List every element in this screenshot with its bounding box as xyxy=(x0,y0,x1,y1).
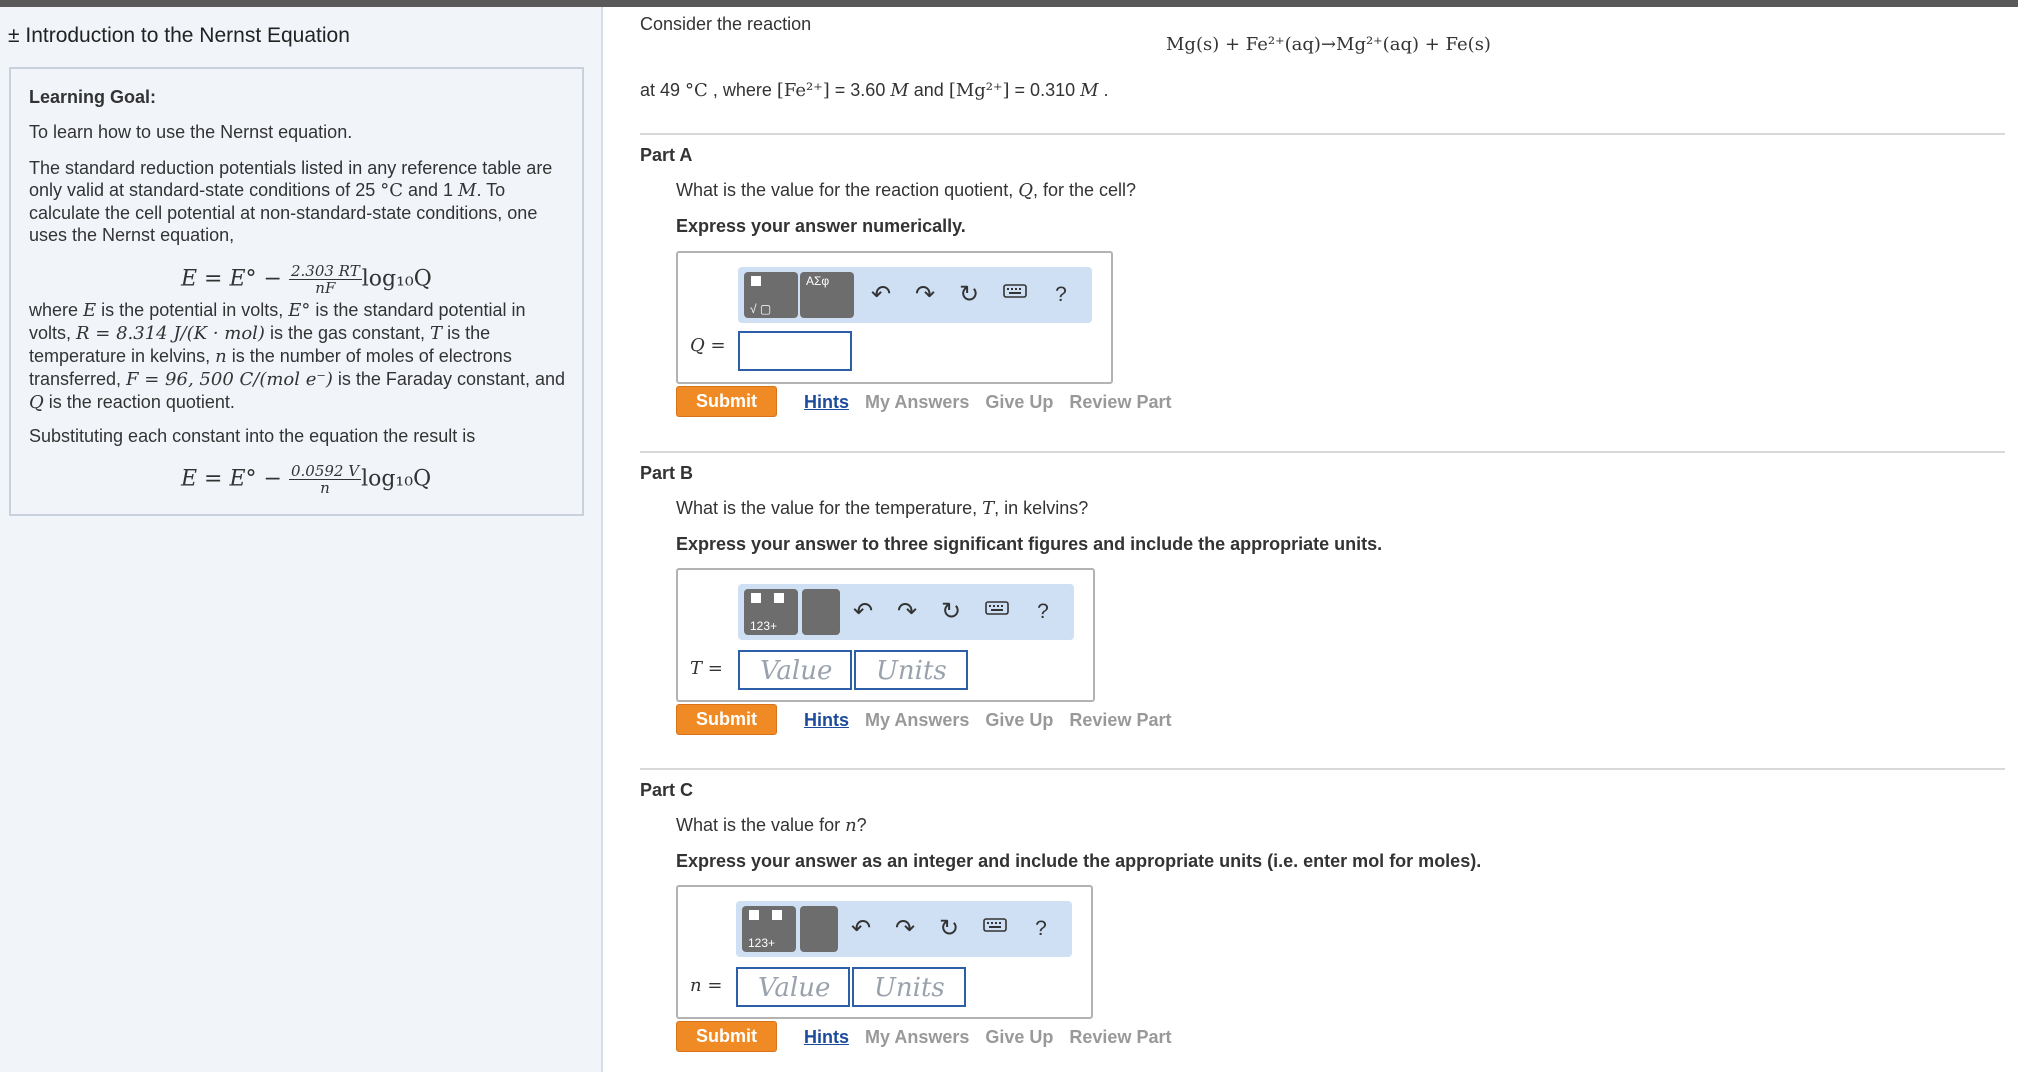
part-c-answer-box: 123+ ↶ ↷ ↻ ? n = Value Units xyxy=(676,885,1093,1019)
divider xyxy=(640,451,2005,453)
help-icon[interactable]: ? xyxy=(1028,596,1058,628)
part-b-units-input[interactable]: Units xyxy=(854,650,968,690)
part-b-give-up-link[interactable]: Give Up xyxy=(985,710,1053,730)
part-c-give-up-link[interactable]: Give Up xyxy=(985,1027,1053,1047)
part-a-my-answers-link[interactable]: My Answers xyxy=(865,392,969,412)
template-units-button[interactable] xyxy=(800,906,838,952)
reaction-equation: Mg(s) + Fe²⁺(aq)→Mg²⁺(aq) + Fe(s) xyxy=(1166,34,1491,55)
template-units-button[interactable] xyxy=(802,589,840,635)
part-a-hints-link[interactable]: Hints xyxy=(804,392,849,412)
part-a-question: What is the value for the reaction quoti… xyxy=(676,180,1137,201)
help-icon[interactable]: ? xyxy=(1046,279,1076,311)
part-b-answer-box: 123+ ↶ ↷ ↻ ? T = Value Units xyxy=(676,568,1095,702)
reaction-conditions: at 49 °C , where [Fe²⁺] = 3.60 M and [Mg… xyxy=(640,80,1109,101)
keyboard-icon[interactable] xyxy=(980,913,1010,945)
part-a-toolbar: √ ▢ ΑΣφ ↶ ↷ ↻ ? xyxy=(738,267,1092,323)
part-a-links: Hints My Answers Give Up Review Part xyxy=(804,392,1187,413)
nernst-equation: E = E° − 2.303 RT nF log₁₀Q xyxy=(181,262,432,297)
part-a-instruction: Express your answer numerically. xyxy=(676,216,966,236)
part-c-question: What is the value for n? xyxy=(676,815,867,836)
learning-goal-text: To learn how to use the Nernst equation. xyxy=(29,122,353,142)
divider xyxy=(640,768,2005,770)
part-b-my-answers-link[interactable]: My Answers xyxy=(865,710,969,730)
part-a-var-label: Q = xyxy=(690,335,726,356)
part-b-question: What is the value for the temperature, T… xyxy=(676,498,1089,519)
keyboard-icon[interactable] xyxy=(1000,279,1030,311)
part-c-units-input[interactable]: Units xyxy=(852,967,966,1007)
template-math-button[interactable]: √ ▢ xyxy=(744,272,798,318)
part-b-var-label: T = xyxy=(690,658,723,679)
redo-icon[interactable]: ↷ xyxy=(892,596,922,628)
top-bar xyxy=(0,0,2018,7)
part-c-my-answers-link[interactable]: My Answers xyxy=(865,1027,969,1047)
reset-icon[interactable]: ↻ xyxy=(934,913,964,945)
part-c-value-input[interactable]: Value xyxy=(736,967,850,1007)
part-c-var-label: n = xyxy=(690,975,723,996)
part-b-instruction: Express your answer to three significant… xyxy=(676,534,1383,554)
divider xyxy=(640,133,2005,135)
keyboard-icon[interactable] xyxy=(982,596,1012,628)
template-math-button[interactable]: 123+ xyxy=(742,906,796,952)
learning-goal-box: Learning Goal: To learn how to use the N… xyxy=(9,67,584,516)
learning-goal-heading: Learning Goal: xyxy=(29,87,157,107)
reset-icon[interactable]: ↻ xyxy=(936,596,966,628)
simplified-nernst-equation: E = E° − 0.0592 Vn log₁₀Q xyxy=(181,462,432,497)
part-c-toolbar: 123+ ↶ ↷ ↻ ? xyxy=(736,901,1072,957)
part-c-review-part-link[interactable]: Review Part xyxy=(1069,1027,1171,1047)
reaction-intro: Consider the reaction xyxy=(640,14,812,34)
undo-icon[interactable]: ↶ xyxy=(846,913,876,945)
part-b-submit-button[interactable]: Submit xyxy=(676,704,777,735)
help-icon[interactable]: ? xyxy=(1026,913,1056,945)
sidebar: ± Introduction to the Nernst Equation Le… xyxy=(0,7,603,1072)
part-a-submit-button[interactable]: Submit xyxy=(676,386,777,417)
part-c-title: Part C xyxy=(640,780,694,800)
part-c-links: Hints My Answers Give Up Review Part xyxy=(804,1027,1187,1048)
part-a-review-part-link[interactable]: Review Part xyxy=(1069,392,1171,412)
reset-icon[interactable]: ↻ xyxy=(954,279,984,311)
template-greek-button[interactable]: ΑΣφ xyxy=(800,272,854,318)
undo-icon[interactable]: ↶ xyxy=(848,596,878,628)
part-a-title: Part A xyxy=(640,145,693,165)
redo-icon[interactable]: ↷ xyxy=(910,279,940,311)
part-c-hints-link[interactable]: Hints xyxy=(804,1027,849,1047)
part-b-hints-link[interactable]: Hints xyxy=(804,710,849,730)
part-b-review-part-link[interactable]: Review Part xyxy=(1069,710,1171,730)
part-a-answer-input[interactable] xyxy=(738,331,852,371)
sidebar-title: ± Introduction to the Nernst Equation xyxy=(8,24,350,47)
part-c-submit-button[interactable]: Submit xyxy=(676,1021,777,1052)
part-c-instruction: Express your answer as an integer and in… xyxy=(676,851,1482,871)
part-a-answer-box: √ ▢ ΑΣφ ↶ ↷ ↻ ? Q = xyxy=(676,251,1113,384)
part-b-toolbar: 123+ ↶ ↷ ↻ ? xyxy=(738,584,1074,640)
part-b-value-input[interactable]: Value xyxy=(738,650,852,690)
redo-icon[interactable]: ↷ xyxy=(890,913,920,945)
substitution-paragraph: Substituting each constant into the equa… xyxy=(29,426,476,446)
template-math-button[interactable]: 123+ xyxy=(744,589,798,635)
part-b-title: Part B xyxy=(640,463,694,483)
standard-potentials-paragraph: The standard reduction potentials listed… xyxy=(29,158,553,245)
part-b-links: Hints My Answers Give Up Review Part xyxy=(804,710,1187,731)
undo-icon[interactable]: ↶ xyxy=(866,279,896,311)
variable-definitions-paragraph: where E is the potential in volts, E° is… xyxy=(29,300,566,413)
part-a-give-up-link[interactable]: Give Up xyxy=(985,392,1053,412)
